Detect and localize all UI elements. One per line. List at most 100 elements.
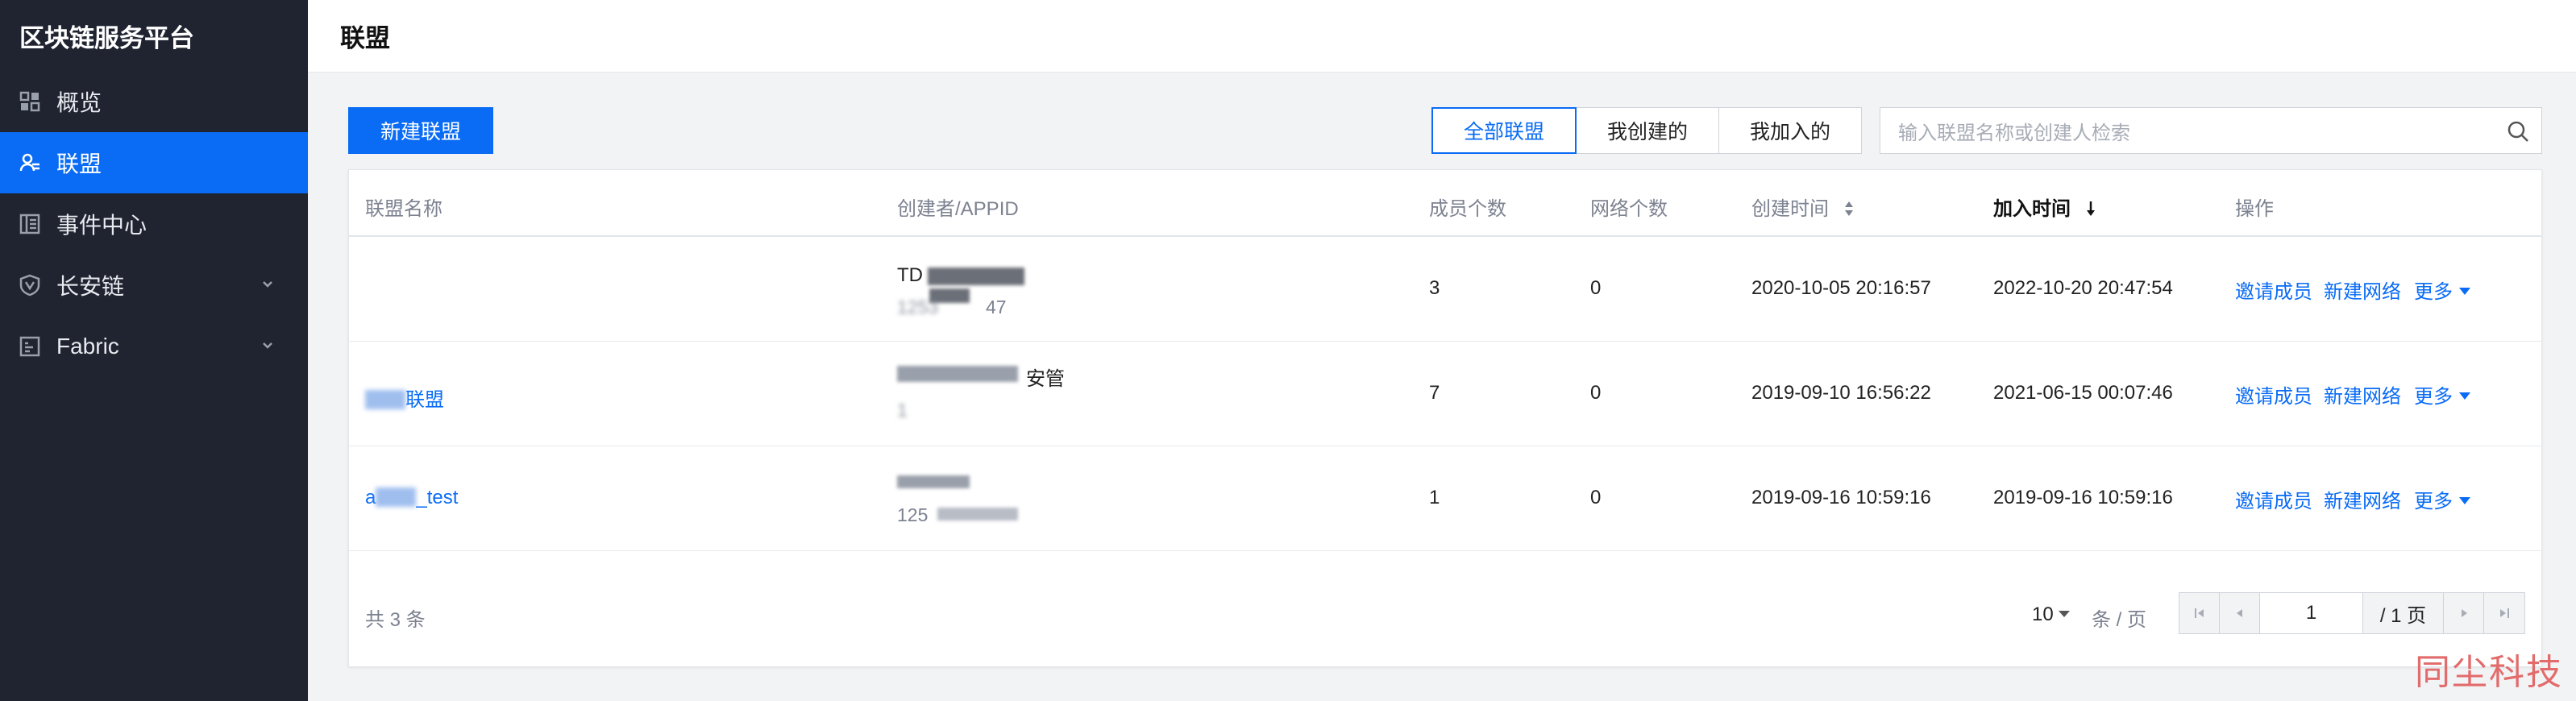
first-page-button[interactable] xyxy=(2179,593,2220,633)
search-input[interactable]: 输入联盟名称或创建人检索 xyxy=(1880,107,2542,154)
caret-down-icon xyxy=(2459,497,2470,504)
column-header-created-time[interactable]: 创建时间 xyxy=(1751,193,1855,221)
alliance-name-link[interactable]: 联盟 xyxy=(365,384,444,412)
column-header-actions: 操作 xyxy=(2235,198,2274,220)
new-network-link[interactable]: 新建网络 xyxy=(2324,485,2401,513)
network-count: 0 xyxy=(1590,277,1602,299)
sidebar-item-label: 长安链 xyxy=(56,274,125,299)
prev-page-button[interactable] xyxy=(2220,593,2260,633)
page-title: 联盟 xyxy=(340,24,390,52)
pagination: 1 / 1 页 xyxy=(2179,592,2525,634)
redacted-text xyxy=(897,475,970,488)
document-icon xyxy=(18,212,42,236)
search-placeholder: 输入联盟名称或创建人检索 xyxy=(1898,122,2130,144)
caret-down-icon xyxy=(2459,288,2470,295)
created-time: 2020-10-05 20:16:57 xyxy=(1751,277,1931,299)
sidebar: 区块链服务平台 概览 联盟 事件中心 长安链 Fabric xyxy=(0,0,308,701)
column-header-creator: 创建者/APPID xyxy=(897,198,1019,220)
alliance-name-link[interactable]: a _test xyxy=(365,487,458,509)
sidebar-item-label: Fabric xyxy=(56,334,119,359)
new-network-link[interactable]: 新建网络 xyxy=(2324,380,2401,409)
total-count: 共 3 条 xyxy=(365,609,426,631)
shield-icon xyxy=(18,273,42,297)
next-page-button[interactable] xyxy=(2444,593,2484,633)
redacted-text xyxy=(937,508,1018,521)
more-label: 更多 xyxy=(2414,491,2453,512)
created-time: 2019-09-10 16:56:22 xyxy=(1751,382,1931,404)
member-count: 1 xyxy=(1429,487,1440,508)
redacted-text xyxy=(928,268,1024,285)
brand-title: 区块链服务平台 xyxy=(19,23,194,52)
page-number-input[interactable]: 1 xyxy=(2260,593,2363,633)
filter-joined-by-me[interactable]: 我加入的 xyxy=(1718,107,1862,154)
new-network-link[interactable]: 新建网络 xyxy=(2324,276,2401,304)
joined-time: 2021-06-15 00:07:46 xyxy=(1993,382,2173,404)
member-count: 3 xyxy=(1429,277,1440,299)
table-row: TD 1253 47 3 0 2020-10-05 20:16:57 2022-… xyxy=(349,237,2541,342)
sidebar-item-label: 事件中心 xyxy=(56,213,147,238)
users-icon xyxy=(18,151,42,175)
more-label: 更多 xyxy=(2414,386,2453,408)
sidebar-item-label: 联盟 xyxy=(56,151,102,176)
page-size-select[interactable]: 10 xyxy=(2032,604,2070,626)
joined-time: 2019-09-16 10:59:16 xyxy=(1993,487,2173,508)
creator-name-tail: 安管 xyxy=(1026,368,1065,390)
more-dropdown[interactable]: 更多 xyxy=(2414,276,2470,304)
appid: 1 xyxy=(897,400,908,421)
member-count: 7 xyxy=(1429,382,1440,404)
sidebar-item-alliance[interactable]: 联盟 xyxy=(0,132,308,193)
last-page-button[interactable] xyxy=(2484,593,2524,633)
last-page-icon xyxy=(2500,608,2509,618)
more-dropdown[interactable]: 更多 xyxy=(2414,485,2470,513)
list-icon xyxy=(18,334,42,359)
column-header-label: 加入时间 xyxy=(1993,198,2071,220)
page-header: 联盟 xyxy=(308,0,2576,73)
appid-tail: 47 xyxy=(986,297,1007,317)
prev-page-icon xyxy=(2236,609,2242,617)
grid-icon xyxy=(18,89,42,114)
invite-member-link[interactable]: 邀请成员 xyxy=(2235,276,2312,304)
appid: 125 xyxy=(897,504,929,525)
sort-desc-icon xyxy=(2086,201,2095,216)
sidebar-item-changanchain[interactable]: 长安链 xyxy=(0,255,308,316)
new-alliance-button[interactable]: 新建联盟 xyxy=(348,107,493,154)
table-row: a _test 125 1 0 2019-09-16 10:59:16 2019-… xyxy=(349,446,2541,551)
first-page-icon xyxy=(2194,608,2204,618)
column-header-joined-time[interactable]: 加入时间 xyxy=(1993,193,2097,221)
chevron-down-icon xyxy=(263,281,272,288)
total-pages: / 1 页 xyxy=(2363,593,2444,633)
column-header-label: 创建时间 xyxy=(1751,198,1829,220)
alliance-table: 联盟名称 创建者/APPID 成员个数 网络个数 创建时间 加入时间 操作 TD… xyxy=(348,169,2542,667)
search-icon[interactable] xyxy=(2506,119,2530,143)
network-count: 0 xyxy=(1590,382,1602,404)
next-page-icon xyxy=(2461,609,2467,617)
column-header-networks: 网络个数 xyxy=(1590,198,1668,220)
sidebar-item-event-center[interactable]: 事件中心 xyxy=(0,193,308,255)
more-label: 更多 xyxy=(2414,281,2453,303)
invite-member-link[interactable]: 邀请成员 xyxy=(2235,485,2312,513)
joined-time: 2022-10-20 20:47:54 xyxy=(1993,277,2173,299)
chevron-down-icon xyxy=(263,342,272,349)
appid: 1253 xyxy=(897,297,939,317)
column-header-members: 成员个数 xyxy=(1429,198,1506,220)
caret-down-icon xyxy=(2058,611,2070,617)
column-header-name: 联盟名称 xyxy=(365,198,442,220)
watermark: 同尘科技 xyxy=(2415,652,2563,693)
more-dropdown[interactable]: 更多 xyxy=(2414,380,2470,409)
table-row: 联盟 安管 1 7 0 2019-09-10 16:56:22 2021-06-… xyxy=(349,342,2541,446)
filter-all-alliances[interactable]: 全部联盟 xyxy=(1431,107,1577,154)
creator-name: TD xyxy=(897,264,923,286)
alliance-name-link[interactable] xyxy=(365,277,454,297)
sidebar-item-label: 概览 xyxy=(56,90,102,115)
sidebar-item-fabric[interactable]: Fabric xyxy=(0,316,308,377)
redacted-text xyxy=(897,366,1018,382)
page-size-value: 10 xyxy=(2032,604,2054,625)
created-time: 2019-09-16 10:59:16 xyxy=(1751,487,1931,508)
sidebar-item-overview[interactable]: 概览 xyxy=(0,71,308,132)
per-page-label: 条 / 页 xyxy=(2092,609,2147,631)
filter-created-by-me[interactable]: 我创建的 xyxy=(1576,107,1719,154)
sort-icon xyxy=(1844,201,1853,216)
invite-member-link[interactable]: 邀请成员 xyxy=(2235,380,2312,409)
table-header: 联盟名称 创建者/APPID 成员个数 网络个数 创建时间 加入时间 操作 xyxy=(349,170,2541,237)
network-count: 0 xyxy=(1590,487,1602,508)
